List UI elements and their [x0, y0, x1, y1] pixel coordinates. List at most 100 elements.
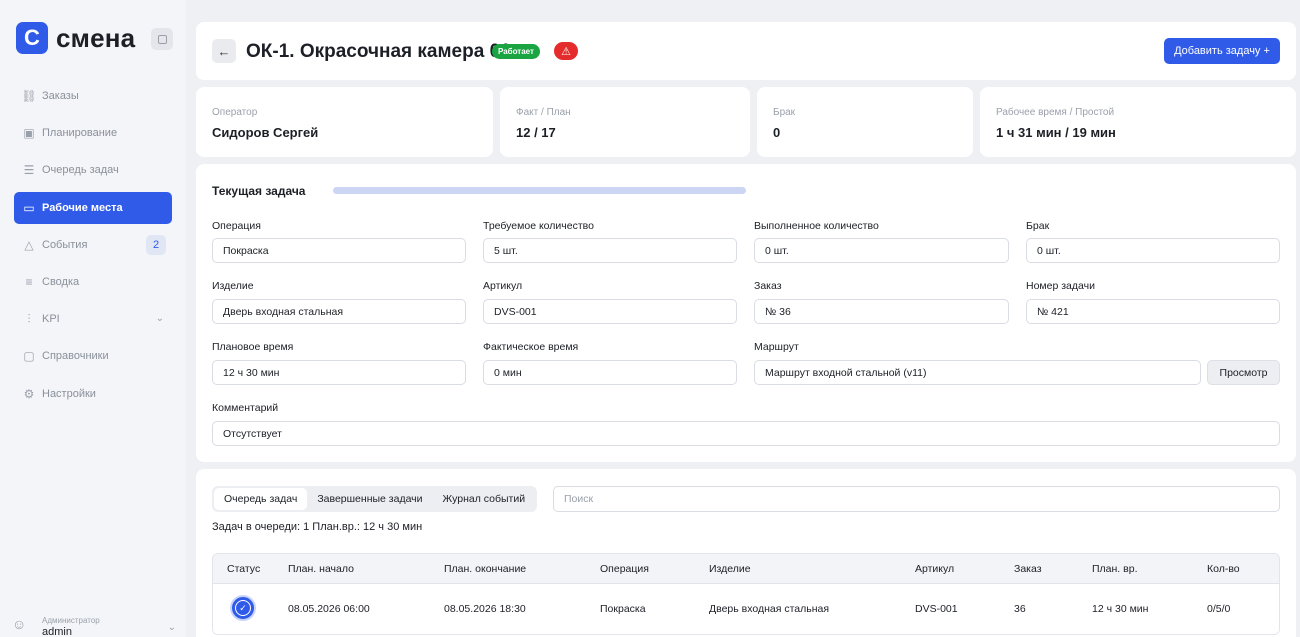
- route-field[interactable]: Маршрут входной стальной (v11): [754, 360, 1201, 385]
- sidebar-item-references[interactable]: ▢ Справочники: [14, 340, 172, 372]
- stat-value: 0: [773, 125, 781, 140]
- sidebar-item-settings[interactable]: ⚙ Настройки: [14, 378, 172, 410]
- column-header[interactable]: Изделие: [709, 563, 751, 575]
- sidebar-item-label: KPI: [42, 313, 60, 326]
- tab-event-log[interactable]: Журнал событий: [433, 488, 536, 510]
- column-header[interactable]: Кол-во: [1207, 563, 1240, 575]
- alert-badge[interactable]: ⚠: [554, 42, 578, 60]
- list-icon: ☰: [23, 163, 35, 178]
- fact-time-field[interactable]: 0 мин: [483, 360, 737, 385]
- sidebar-item-events[interactable]: △ События 2: [14, 229, 172, 261]
- summary-icon: ≡: [25, 274, 33, 289]
- sidebar-item-label: Настройки: [42, 387, 96, 400]
- user-name: admin: [42, 626, 72, 637]
- task-queue-card: Очередь задач Завершенные задачи Журнал …: [196, 469, 1296, 637]
- cell-quantity: 0/5/0: [1207, 603, 1231, 615]
- stat-value: 1 ч 31 мин / 19 мин: [996, 125, 1116, 140]
- chevron-down-icon: ⌄: [167, 622, 176, 633]
- sidebar-item-orders[interactable]: ⛓ Заказы: [14, 80, 172, 112]
- operation-label: Операция: [212, 220, 261, 232]
- done-qty-label: Выполненное количество: [754, 220, 879, 232]
- article-label: Артикул: [483, 280, 523, 292]
- column-header[interactable]: План. начало: [288, 563, 354, 575]
- stat-work-time: Рабочее время / Простой 1 ч 31 мин / 19 …: [980, 87, 1296, 157]
- sidebar-item-kpi[interactable]: ⫶ KPI ⌄: [14, 303, 172, 335]
- tab-task-queue[interactable]: Очередь задач: [214, 488, 308, 510]
- product-label: Изделие: [212, 280, 254, 292]
- current-task-card: Текущая задача Операция Покраска Требуем…: [196, 164, 1296, 462]
- order-label: Заказ: [754, 280, 782, 292]
- comment-field[interactable]: Отсутствует: [212, 421, 1280, 446]
- operation-field[interactable]: Покраска: [212, 238, 466, 263]
- status-done-icon[interactable]: ✓: [230, 595, 256, 621]
- stat-defect: Брак 0: [757, 87, 973, 157]
- current-task-title: Текущая задача: [212, 184, 306, 198]
- collapse-sidebar-button[interactable]: [151, 28, 173, 50]
- defect-field[interactable]: 0 шт.: [1026, 238, 1280, 263]
- sidebar-item-summary[interactable]: ≡ Сводка: [14, 266, 172, 298]
- sidebar-item-label: Заказы: [42, 90, 79, 102]
- order-field[interactable]: № 36: [754, 299, 1009, 324]
- events-count-badge: 2: [146, 234, 166, 255]
- task-table: Статус План. начало План. окончание Опер…: [212, 553, 1280, 635]
- view-route-button[interactable]: Просмотр: [1207, 360, 1280, 385]
- logo-mark: С: [16, 22, 48, 54]
- stat-value: Сидоров Сергей: [212, 125, 319, 140]
- warning-icon: △: [24, 237, 34, 252]
- column-header[interactable]: Статус: [227, 563, 260, 575]
- calendar-icon: ▣: [23, 126, 35, 141]
- column-header[interactable]: План. вр.: [1092, 563, 1137, 575]
- sidebar-item-workplaces[interactable]: ▭ Рабочие места: [14, 191, 172, 224]
- required-qty-label: Требуемое количество: [483, 220, 594, 232]
- cell-order: 36: [1014, 603, 1026, 615]
- stat-fact-plan: Факт / План 12 / 17: [500, 87, 750, 157]
- user-menu[interactable]: ☺ Администратор admin ⌄: [12, 592, 178, 637]
- check-icon: ✓: [235, 600, 251, 616]
- tab-completed-tasks[interactable]: Завершенные задачи: [307, 488, 432, 510]
- column-header[interactable]: Артикул: [915, 563, 954, 575]
- sidebar-toggle-icon: [157, 34, 167, 44]
- sidebar-item-task-queue[interactable]: ☰ Очередь задач: [14, 154, 172, 186]
- cell-article: DVS-001: [915, 603, 958, 615]
- sidebar-item-planning[interactable]: ▣ Планирование: [14, 117, 172, 149]
- stat-label: Рабочее время / Простой: [996, 107, 1115, 118]
- task-number-field[interactable]: № 421: [1026, 299, 1280, 324]
- book-icon: ▢: [23, 349, 35, 364]
- queue-tabs: Очередь задач Завершенные задачи Журнал …: [212, 486, 538, 512]
- stat-label: Факт / План: [516, 107, 571, 118]
- task-number-label: Номер задачи: [1026, 280, 1095, 292]
- stat-operator: Оператор Сидоров Сергей: [196, 87, 493, 157]
- user-icon: ☺: [12, 616, 27, 632]
- table-row[interactable]: ✓ 08.05.2026 06:00 08.05.2026 18:30 Покр…: [213, 584, 1279, 634]
- page-header: ← ОК-1. Окрасочная камера 01 Работает ⚠ …: [196, 22, 1296, 80]
- cell-plan-time: 12 ч 30 мин: [1092, 603, 1149, 615]
- cell-product: Дверь входная стальная: [709, 603, 830, 615]
- sidebar-nav: ⛓ Заказы ▣ Планирование ☰ Очередь задач …: [14, 80, 172, 415]
- queue-summary: Задач в очереди: 1 План.вр.: 12 ч 30 мин: [212, 521, 423, 533]
- status-badge: Работает: [492, 44, 540, 59]
- sidebar-item-label: Планирование: [42, 127, 118, 140]
- bar-chart-icon: ⫶: [27, 311, 31, 326]
- cell-plan-start: 08.05.2026 06:00: [288, 603, 370, 615]
- logo[interactable]: С смена: [16, 22, 135, 54]
- column-header[interactable]: Операция: [600, 563, 649, 575]
- logo-text: смена: [56, 22, 136, 53]
- required-qty-field[interactable]: 5 шт.: [483, 238, 737, 263]
- plan-time-field[interactable]: 12 ч 30 мин: [212, 360, 466, 385]
- back-button[interactable]: ←: [212, 39, 236, 63]
- product-field[interactable]: Дверь входная стальная: [212, 299, 466, 324]
- column-header[interactable]: План. окончание: [444, 563, 526, 575]
- table-header: Статус План. начало План. окончание Опер…: [213, 554, 1279, 584]
- fact-time-label: Фактическое время: [483, 341, 579, 353]
- article-field[interactable]: DVS-001: [483, 299, 737, 324]
- sidebar-item-label: Справочники: [42, 350, 109, 363]
- warning-icon: ⚠: [561, 45, 571, 58]
- column-header[interactable]: Заказ: [1014, 563, 1042, 575]
- search-input[interactable]: Поиск: [553, 486, 1280, 512]
- add-task-button[interactable]: Добавить задачу +: [1164, 38, 1280, 64]
- page-title: ОК-1. Окрасочная камера 01: [246, 41, 511, 62]
- stat-label: Брак: [773, 107, 796, 118]
- done-qty-field[interactable]: 0 шт.: [754, 238, 1009, 263]
- sidebar-item-label: События: [42, 238, 88, 251]
- cell-operation: Покраска: [600, 603, 646, 615]
